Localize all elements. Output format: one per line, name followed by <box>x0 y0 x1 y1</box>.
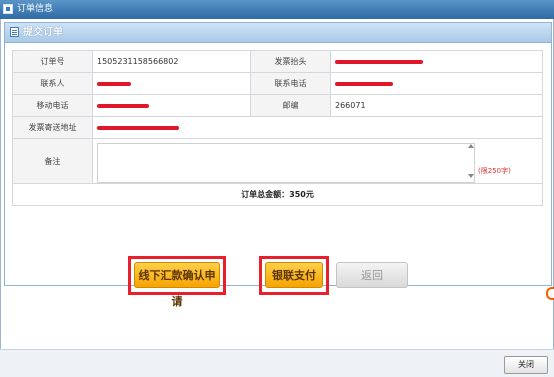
order-panel: 提交订单 订单号 1505231158566802 发票抬头 联系人 联系电话 … <box>4 22 552 308</box>
redaction-mark <box>97 81 131 86</box>
total-label: 订单总金额： <box>241 190 290 199</box>
order-no-value: 1505231158566802 <box>92 50 251 73</box>
dialog-content: 提交订单 订单号 1505231158566802 发票抬头 联系人 联系电话 … <box>0 19 554 350</box>
window-titlebar: 订单信息 <box>0 0 554 19</box>
invoice-title-value <box>330 50 543 73</box>
order-no-label: 订单号 <box>12 50 93 73</box>
postcode-label: 邮编 <box>250 94 331 117</box>
address-label: 发票寄送地址 <box>12 116 93 139</box>
redaction-mark <box>97 125 179 130</box>
panel-title: 提交订单 <box>23 27 63 38</box>
table-row: 联系人 联系电话 <box>12 72 543 95</box>
remark-limit-hint: (限250字) <box>478 167 511 175</box>
table-row: 订单号 1505231158566802 发票抬头 <box>12 50 543 73</box>
table-row: 发票寄送地址 <box>12 116 543 139</box>
dialog-footer: 关闭 <box>0 349 554 377</box>
scroll-down-arrow[interactable] <box>468 174 474 178</box>
postcode-value: 266071 <box>330 94 543 117</box>
contact-phone-label: 联系电话 <box>250 72 331 95</box>
remark-box: (限250字) <box>97 141 538 183</box>
action-buttons: 线下汇款确认申请 银联支付 返回 <box>5 256 551 308</box>
table-row: 备注 (限250字) <box>12 138 543 184</box>
remark-label: 备注 <box>12 138 93 184</box>
mobile-value <box>92 94 251 117</box>
invoice-title-label: 发票抬头 <box>250 50 331 73</box>
remark-cell: (限250字) <box>92 138 543 184</box>
panel-header: 提交订单 <box>5 23 551 43</box>
scroll-up-arrow[interactable] <box>468 144 474 148</box>
order-total: 订单总金额：350元 <box>12 183 543 206</box>
redaction-mark <box>335 59 423 64</box>
back-button[interactable]: 返回 <box>336 262 408 288</box>
table-row: 订单总金额：350元 <box>12 183 543 206</box>
close-button[interactable]: 关闭 <box>504 356 548 374</box>
contact-label: 联系人 <box>12 72 93 95</box>
unionpay-button[interactable]: 银联支付 <box>265 262 323 288</box>
redaction-mark <box>335 81 393 86</box>
document-icon <box>10 27 19 37</box>
total-amount: 350元 <box>289 190 314 199</box>
table-row: 移动电话 邮编 266071 <box>12 94 543 117</box>
address-value <box>92 116 543 139</box>
mobile-label: 移动电话 <box>12 94 93 117</box>
remark-textarea[interactable] <box>97 143 475 183</box>
contact-value <box>92 72 251 95</box>
order-info-table: 订单号 1505231158566802 发票抬头 联系人 联系电话 移动电话 … <box>12 50 543 206</box>
window-title: 订单信息 <box>17 4 54 14</box>
window-icon <box>3 4 13 14</box>
redaction-mark <box>97 103 149 108</box>
contact-phone-value <box>330 72 543 95</box>
offline-transfer-button[interactable]: 线下汇款确认申请 <box>134 262 220 308</box>
side-tab-icon[interactable] <box>546 287 554 300</box>
